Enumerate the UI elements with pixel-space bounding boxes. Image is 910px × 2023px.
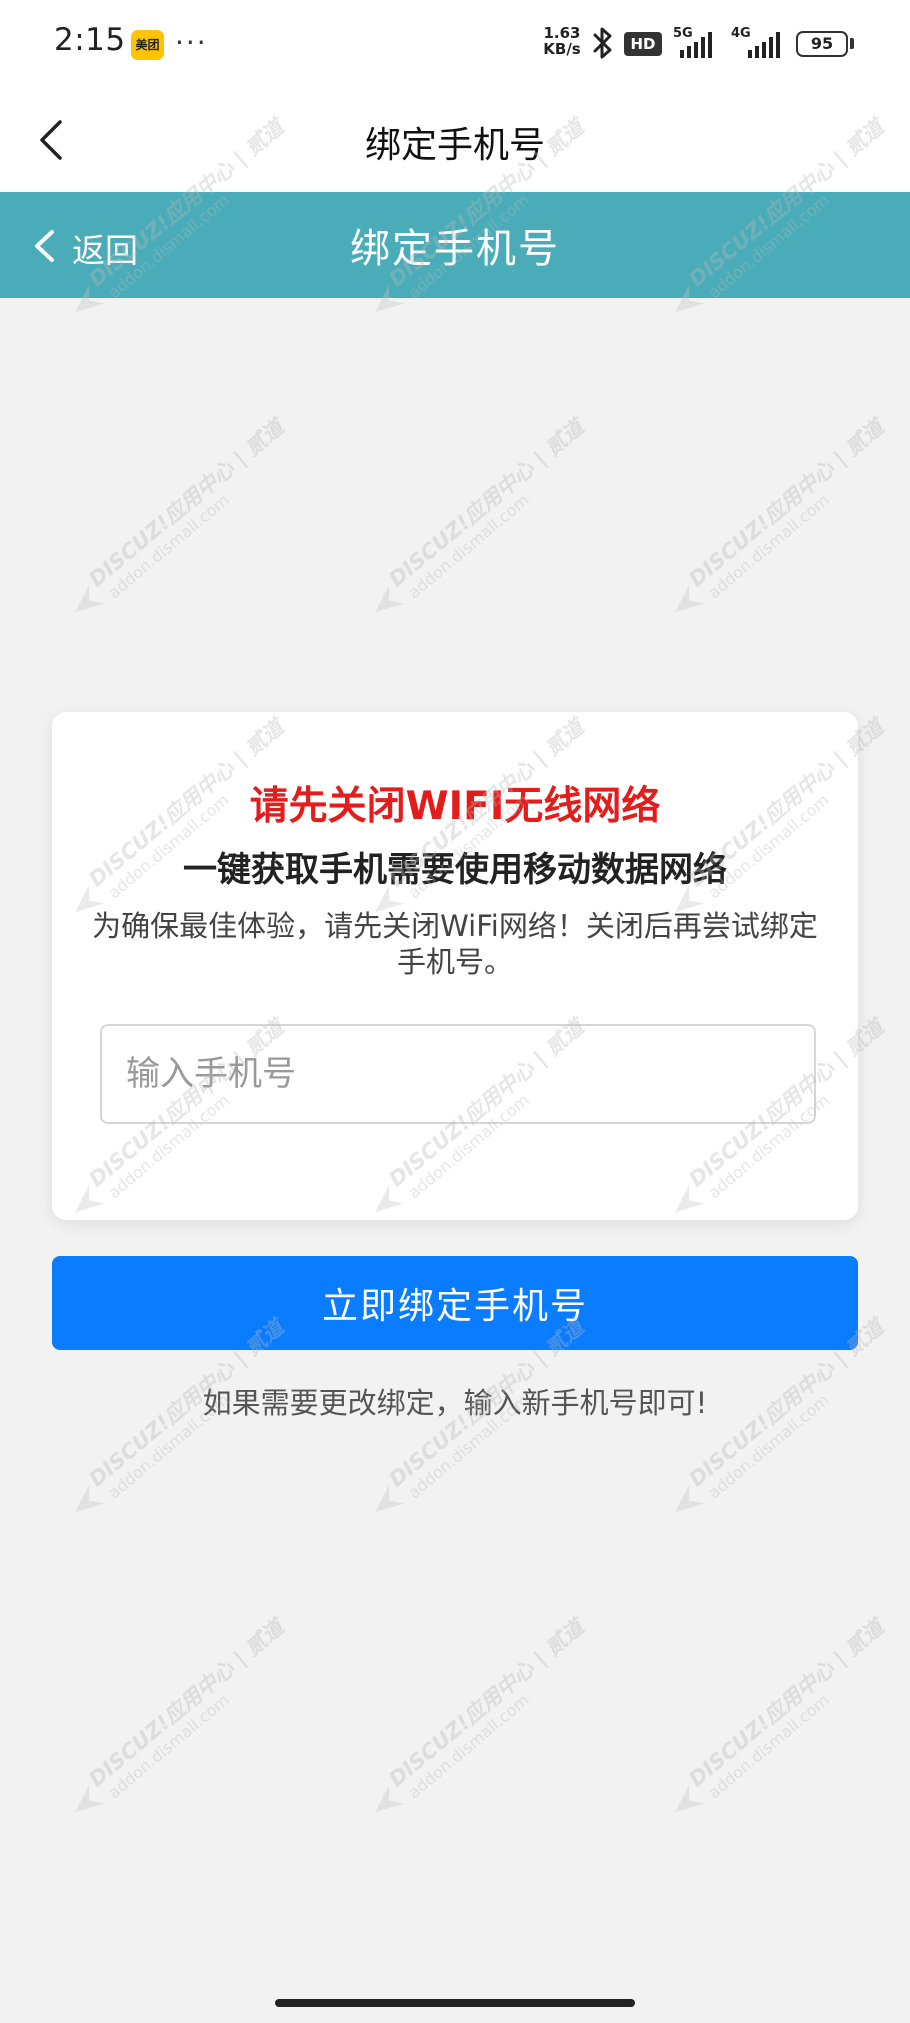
network-speed-unit: KB/s (543, 40, 581, 58)
watermark-logo-icon (75, 584, 105, 613)
watermark: DISCUZ!应用中心 | 贰道 addon.dismall.com (640, 415, 888, 658)
network-speed: 1.63 KB/s (538, 25, 586, 57)
change-binding-hint: 如果需要更改绑定，输入新手机号即可! (202, 1386, 708, 1420)
watermark-logo-icon (375, 584, 405, 613)
app-navigation-bar: 绑定手机号 (0, 88, 910, 192)
web-header: 返回 绑定手机号 (0, 192, 910, 298)
signal-5g-icon (680, 32, 712, 58)
page-title: 绑定手机号 (364, 125, 545, 166)
battery-icon: 95 (796, 31, 848, 57)
signal-4g-icon (748, 32, 780, 58)
watermark: DISCUZ!应用中心 | 贰道 addon.dismall.com (340, 1315, 588, 1558)
battery-level: 95 (810, 34, 834, 53)
home-indicator[interactable] (275, 1999, 635, 2007)
watermark-logo-icon (675, 1784, 705, 1813)
wifi-description: 为确保最佳体验，请先关闭WiFi网络！关闭后再尝试绑定手机号。 (92, 909, 818, 979)
watermark: DISCUZ!应用中心 | 贰道 addon.dismall.com (340, 415, 588, 658)
watermark-logo-icon (675, 584, 705, 613)
status-bar: 2:15 美团 ··· 1.63 KB/s HD 5G 4G 95 (0, 0, 910, 88)
watermark: DISCUZ!应用中心 | 贰道 addon.dismall.com (40, 1615, 288, 1858)
more-notifications-icon: ··· (175, 26, 208, 59)
mobile-data-subtitle: 一键获取手机需要使用移动数据网络 (183, 850, 727, 890)
battery-tip (850, 38, 854, 49)
watermark: DISCUZ!应用中心 | 贰道 addon.dismall.com (40, 1315, 288, 1558)
network-speed-value: 1.63 (543, 24, 581, 42)
bind-phone-card: 请先关闭WIFI无线网络 一键获取手机需要使用移动数据网络 为确保最佳体验，请先… (52, 712, 858, 1220)
watermark: DISCUZ!应用中心 | 贰道 addon.dismall.com (640, 1615, 888, 1858)
watermark: DISCUZ!应用中心 | 贰道 addon.dismall.com (40, 415, 288, 658)
meituan-app-icon: 美团 (131, 30, 164, 60)
watermark-logo-icon (75, 1484, 105, 1513)
web-header-title: 绑定手机号 (350, 226, 560, 272)
bluetooth-icon (593, 27, 612, 59)
watermark-logo-icon (675, 1484, 705, 1513)
phone-number-input[interactable] (100, 1024, 816, 1124)
watermark: DISCUZ!应用中心 | 贰道 addon.dismall.com (340, 1615, 588, 1858)
watermark: DISCUZ!应用中心 | 贰道 addon.dismall.com (640, 1315, 888, 1558)
watermark-logo-icon (375, 1784, 405, 1813)
wifi-warning-title: 请先关闭WIFI无线网络 (249, 784, 661, 829)
hd-voice-icon: HD (624, 32, 662, 56)
watermark-logo-icon (75, 1784, 105, 1813)
watermark-logo-icon (375, 1484, 405, 1513)
status-time: 2:15 (54, 22, 126, 58)
bind-phone-button[interactable]: 立即绑定手机号 (52, 1256, 858, 1350)
